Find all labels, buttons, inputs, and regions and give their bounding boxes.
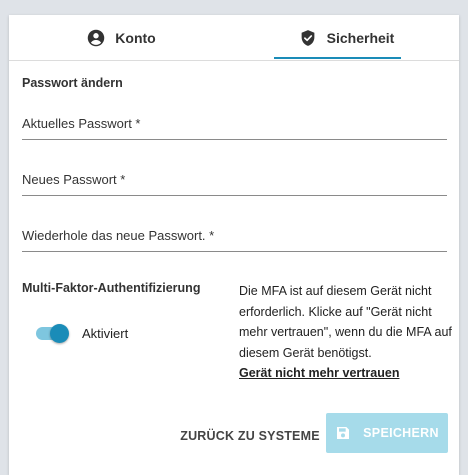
tab-konto[interactable]: Konto (9, 15, 234, 60)
tab-konto-label: Konto (115, 29, 156, 46)
back-to-systems-button[interactable]: ZURÜCK ZU SYSTEME (180, 418, 320, 454)
current-password-field (22, 111, 447, 140)
current-password-input[interactable] (22, 111, 447, 135)
active-tab-indicator (274, 57, 401, 59)
new-password-input[interactable] (22, 167, 447, 191)
untrust-device-link[interactable]: Gerät nicht mehr vertrauen (239, 366, 399, 380)
save-icon (335, 425, 351, 441)
mfa-toggle-label: Aktiviert (82, 326, 129, 341)
mfa-info-text: Die MFA ist auf diesem Gerät nicht erfor… (239, 284, 452, 360)
tab-sicherheit-label: Sicherheit (326, 29, 395, 46)
shield-check-icon (299, 29, 317, 47)
repeat-password-input[interactable] (22, 223, 447, 247)
tab-bar: Konto Sicherheit (9, 15, 459, 61)
tab-sicherheit[interactable]: Sicherheit (234, 15, 459, 60)
mfa-toggle[interactable] (36, 324, 70, 343)
account-circle-icon (87, 29, 105, 47)
toggle-knob (50, 324, 69, 343)
repeat-password-field (22, 223, 447, 252)
save-button[interactable]: SPEICHERN (326, 413, 448, 453)
mfa-section-title: Multi-Faktor-Authentifizierung (22, 281, 201, 295)
password-section-title: Passwort ändern (22, 76, 123, 90)
new-password-field (22, 167, 447, 196)
settings-card: Konto Sicherheit Passwort ändern Multi-F… (9, 15, 459, 475)
save-button-label: SPEICHERN (363, 426, 439, 440)
